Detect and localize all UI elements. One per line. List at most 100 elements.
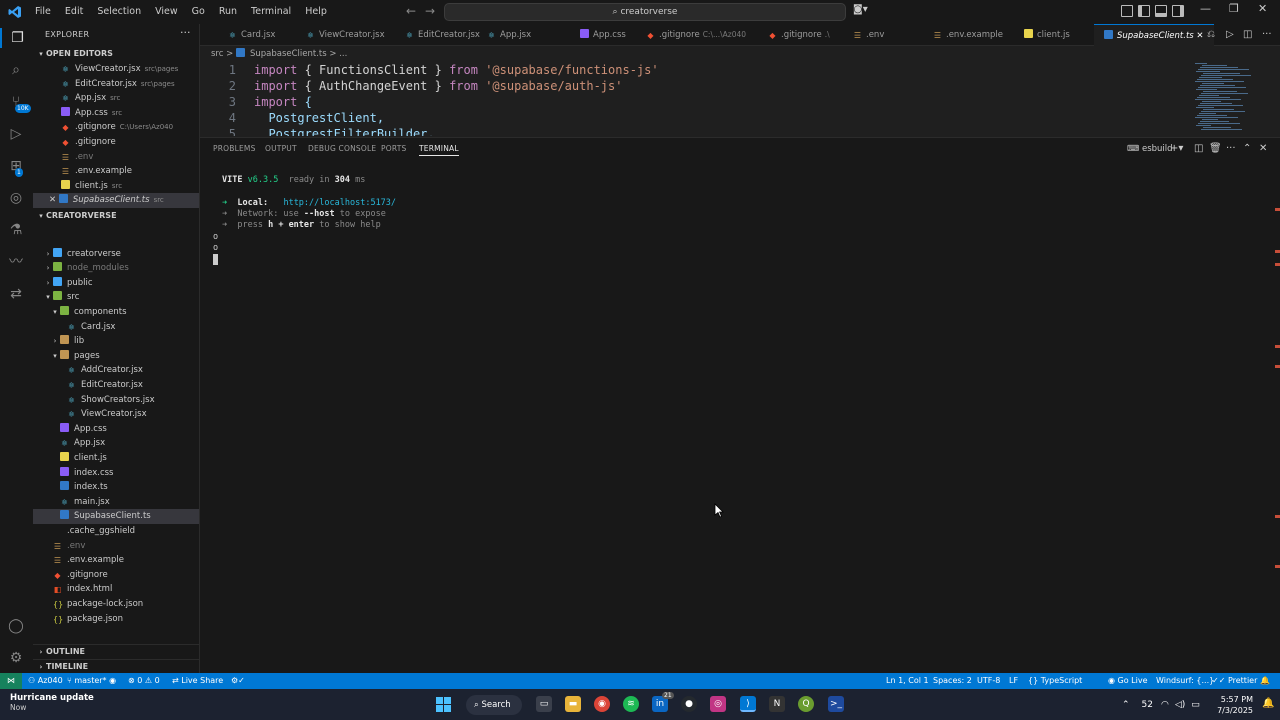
- tree-folder[interactable]: › creatorverse: [33, 247, 199, 262]
- github-icon[interactable]: ●: [681, 696, 697, 712]
- compare-icon[interactable]: ⎌: [1207, 29, 1215, 40]
- open-editors-header[interactable]: ▾ OPEN EDITORS: [33, 47, 200, 61]
- open-editor-item[interactable]: App.css src: [33, 106, 199, 121]
- menu-file[interactable]: File: [28, 0, 58, 24]
- open-editor-item[interactable]: ◆ .gitignore C:\Users\Az040: [33, 120, 199, 135]
- restore-icon[interactable]: ❐: [1229, 2, 1239, 15]
- customize-layout-icon[interactable]: [1121, 5, 1133, 17]
- tree-folder[interactable]: › lib: [33, 334, 199, 349]
- windows-start-icon[interactable]: [436, 697, 451, 712]
- checks-icon[interactable]: ⚙✓: [231, 673, 245, 689]
- arrow-right-icon[interactable]: →: [425, 4, 435, 18]
- toggle-sidebar-icon[interactable]: [1138, 5, 1150, 17]
- tree-file[interactable]: ⚛ ViewCreator.jsx: [33, 407, 199, 422]
- wifi-icon[interactable]: ◠: [1161, 700, 1169, 710]
- encoding-status[interactable]: UTF-8: [977, 673, 1000, 689]
- project-header[interactable]: ▾ CREATORVERSE: [33, 209, 200, 223]
- open-editor-item[interactable]: ⚛ ViewCreator.jsx src\pages: [33, 62, 199, 77]
- live-share-status[interactable]: ⇄ Live Share: [172, 673, 223, 689]
- gear-icon[interactable]: ⚙: [6, 648, 26, 668]
- prettier-status[interactable]: ✓✓ Prettier: [1212, 673, 1257, 689]
- explorer-icon[interactable]: ❐: [0, 28, 33, 48]
- tree-file[interactable]: .cache_ggshield: [33, 524, 199, 539]
- chevron-right-icon[interactable]: ›: [43, 276, 53, 291]
- chevron-right-icon[interactable]: ›: [43, 261, 53, 276]
- tree-file[interactable]: ⚛ Card.jsx: [33, 320, 199, 335]
- open-editor-item[interactable]: ⚛ EditCreator.jsx src\pages: [33, 77, 199, 92]
- eol-status[interactable]: LF: [1009, 673, 1018, 689]
- open-editor-item[interactable]: ◆ .gitignore: [33, 135, 199, 150]
- editor-tab[interactable]: ◆ .gitignore .\: [758, 24, 840, 46]
- menu-selection[interactable]: Selection: [90, 0, 148, 24]
- tree-file[interactable]: {} package-lock.json: [33, 597, 199, 612]
- tree-file[interactable]: ⚛ AddCreator.jsx: [33, 363, 199, 378]
- more-actions-icon[interactable]: ···: [180, 26, 191, 39]
- accounts-status[interactable]: ⚇ Az040: [28, 673, 63, 689]
- chevron-down-icon[interactable]: ▾: [50, 349, 60, 364]
- tree-folder[interactable]: ▾ components: [33, 305, 199, 320]
- live-share-icon[interactable]: ⇄: [6, 284, 26, 304]
- close-window-icon[interactable]: ✕: [1258, 2, 1267, 15]
- menu-go[interactable]: Go: [185, 0, 212, 24]
- trash-icon[interactable]: 🗑: [1209, 143, 1222, 154]
- branch-status[interactable]: ⑂ master* ◉: [67, 673, 116, 689]
- tree-folder[interactable]: › node_modules: [33, 261, 199, 276]
- problems-status[interactable]: ⊗ 0 ⚠ 0: [128, 673, 160, 689]
- tree-file[interactable]: ◧ index.html: [33, 582, 199, 597]
- testing-icon[interactable]: ⚗: [6, 220, 26, 240]
- cursor-position[interactable]: Ln 1, Col 1: [886, 673, 929, 689]
- powershell-icon[interactable]: >_: [828, 696, 844, 712]
- editor-tab[interactable]: ⚛ App.jsx: [477, 24, 541, 46]
- volume-icon[interactable]: ◁): [1175, 700, 1185, 710]
- close-tab-icon[interactable]: ✕: [1194, 31, 1203, 41]
- tree-file[interactable]: App.css: [33, 422, 199, 437]
- close-panel-icon[interactable]: ✕: [1259, 143, 1267, 154]
- editor-tab[interactable]: ⚛ Card.jsx: [218, 24, 285, 46]
- more-actions-icon[interactable]: ···: [1262, 29, 1272, 40]
- vscode-taskbar-icon[interactable]: ⟩: [740, 696, 756, 712]
- local-url-link[interactable]: http://localhost:5173/: [283, 198, 396, 208]
- panel-scrollbar[interactable]: [1270, 155, 1280, 673]
- breadcrumb-folder[interactable]: src: [211, 49, 223, 59]
- tree-folder[interactable]: ▾ src: [33, 290, 199, 305]
- tree-file[interactable]: ☰ .env.example: [33, 553, 199, 568]
- tree-file[interactable]: ⚛ ShowCreators.jsx: [33, 393, 199, 408]
- menu-terminal[interactable]: Terminal: [244, 0, 298, 24]
- minimap[interactable]: [1195, 61, 1277, 136]
- tree-file[interactable]: ◆ .gitignore: [33, 568, 199, 583]
- clock[interactable]: 5:57 PM 7/3/2025: [1213, 694, 1253, 716]
- bell-icon[interactable]: 🔔: [1260, 673, 1270, 689]
- tab-problems[interactable]: PROBLEMS: [213, 144, 256, 153]
- notion-icon[interactable]: N: [769, 696, 785, 712]
- tree-file[interactable]: SupabaseClient.ts: [33, 509, 199, 524]
- tree-file[interactable]: index.ts: [33, 480, 199, 495]
- tree-file[interactable]: {} package.json: [33, 612, 199, 627]
- editor-tab[interactable]: ◆ .gitignore C:\...\Az040: [636, 24, 756, 46]
- maximize-panel-icon[interactable]: ⌃: [1243, 143, 1251, 154]
- split-editor-icon[interactable]: ◫: [1243, 29, 1252, 40]
- code-editor[interactable]: 1 import { FunctionsClient } from '@supab…: [200, 61, 1280, 136]
- tree-file[interactable]: ☰ .env: [33, 539, 199, 554]
- open-editor-item[interactable]: ☰ .env: [33, 150, 199, 165]
- toggle-secondary-sidebar-icon[interactable]: [1172, 5, 1184, 17]
- account-icon[interactable]: ◯: [6, 616, 26, 636]
- gitlens-icon[interactable]: 〰: [6, 252, 26, 272]
- qgis-icon[interactable]: Q: [798, 696, 814, 712]
- open-editor-item[interactable]: ⚛ App.jsx src: [33, 91, 199, 106]
- editor-tab[interactable]: client.js: [1014, 24, 1080, 46]
- more-actions-icon[interactable]: ···: [1226, 143, 1236, 154]
- tree-folder[interactable]: › public: [33, 276, 199, 291]
- tab-output[interactable]: OUTPUT: [265, 144, 297, 153]
- taskbar-search[interactable]: ⌕ Search: [466, 695, 522, 715]
- outline-header[interactable]: › OUTLINE: [33, 644, 200, 658]
- editor-tab[interactable]: ⚛ ViewCreator.jsx: [296, 24, 395, 46]
- run-icon[interactable]: ▷: [1226, 29, 1234, 40]
- tab-debug-console[interactable]: DEBUG CONSOLE: [308, 144, 376, 153]
- copilot-icon[interactable]: ◙▾: [853, 4, 868, 15]
- timeline-header[interactable]: › TIMELINE: [33, 659, 200, 673]
- tree-file[interactable]: ⚛ main.jsx: [33, 495, 199, 510]
- tree-folder[interactable]: ▾ pages: [33, 349, 199, 364]
- chrome-icon[interactable]: ◉: [594, 696, 610, 712]
- search-icon[interactable]: ⌕: [6, 60, 26, 80]
- editor-tab[interactable]: App.css: [570, 24, 636, 46]
